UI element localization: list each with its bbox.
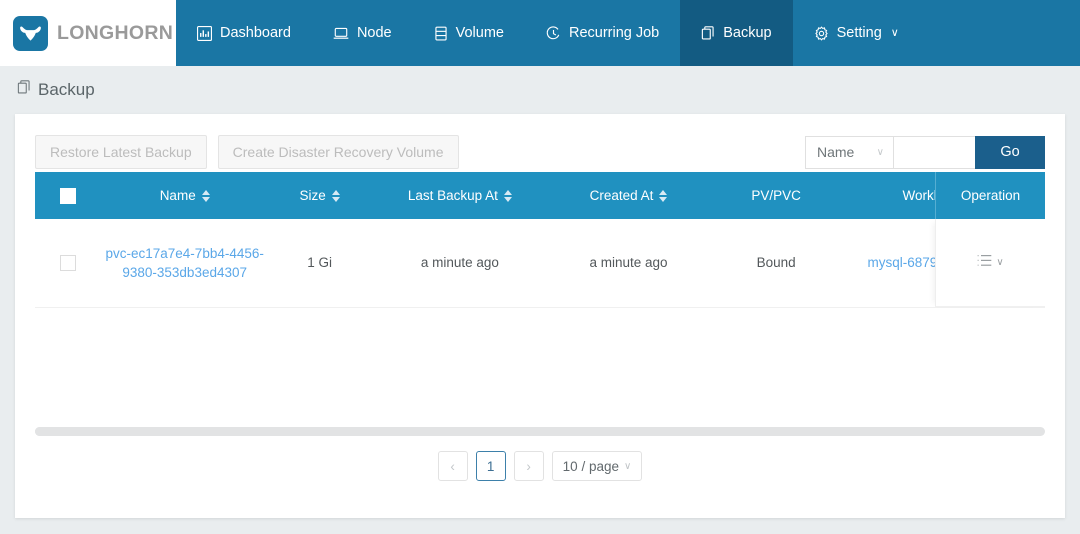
create-disaster-recovery-volume-button[interactable]: Create Disaster Recovery Volume bbox=[217, 135, 459, 169]
sort-arrows-icon[interactable] bbox=[503, 189, 512, 202]
pagination-next-button[interactable]: › bbox=[513, 451, 544, 481]
page-size-label: 10 / page bbox=[562, 458, 619, 474]
chevron-down-icon: ∨ bbox=[623, 460, 632, 472]
select-all-checkbox[interactable] bbox=[59, 187, 76, 204]
nav-item-recurring-job[interactable]: Recurring Job bbox=[525, 0, 680, 66]
column-label: Name bbox=[159, 188, 196, 203]
copy-icon bbox=[17, 80, 31, 100]
column-header-created-at[interactable]: Created At bbox=[549, 172, 708, 219]
nav-item-label: Setting bbox=[836, 25, 882, 41]
brand-name: LONGHORN bbox=[57, 21, 174, 44]
search-field-select[interactable]: Name ∨ bbox=[805, 135, 893, 169]
clock-icon bbox=[546, 25, 561, 41]
brand-logo[interactable]: LONGHORN bbox=[0, 0, 176, 66]
column-header-select-all[interactable] bbox=[35, 172, 101, 219]
backup-table-container: Name Size Last Backup At Created At PV/P… bbox=[15, 172, 1065, 308]
top-navigation-bar: LONGHORN Dashboard Node Volume Recurring… bbox=[0, 0, 1080, 66]
sort-arrows-icon[interactable] bbox=[659, 189, 668, 202]
table-header-row: Name Size Last Backup At Created At PV/P… bbox=[35, 172, 1045, 219]
pagination: ‹ 1 › 10 / page ∨ bbox=[15, 451, 1065, 481]
row-name-cell: pvc-ec17a7e4-7bb4-4456-9380-353db3ed4307 bbox=[100, 219, 270, 308]
breadcrumb: Backup bbox=[0, 66, 1080, 114]
horizontal-scrollbar[interactable] bbox=[35, 427, 1045, 436]
backup-table-scroll: Name Size Last Backup At Created At PV/P… bbox=[35, 172, 1045, 308]
chevron-down-icon: ∨ bbox=[876, 146, 884, 158]
laptop-icon bbox=[333, 26, 349, 41]
row-size-cell: 1 Gi bbox=[269, 219, 371, 308]
nav-item-dashboard[interactable]: Dashboard bbox=[176, 0, 312, 66]
table-toolbar: Restore Latest Backup Create Disaster Re… bbox=[15, 114, 1065, 172]
sort-arrows-icon[interactable] bbox=[201, 189, 210, 202]
database-icon bbox=[434, 26, 448, 41]
column-label: Operation bbox=[960, 188, 1021, 203]
bar-chart-icon bbox=[197, 25, 212, 41]
search-input[interactable] bbox=[893, 135, 975, 169]
row-select-cell[interactable] bbox=[35, 219, 101, 308]
restore-latest-backup-button[interactable]: Restore Latest Backup bbox=[35, 135, 207, 169]
search-go-button[interactable]: Go bbox=[975, 135, 1045, 169]
search-field-label: Name bbox=[817, 144, 855, 160]
longhorn-bull-logo-icon bbox=[13, 15, 48, 51]
column-header-operation: Operation bbox=[935, 172, 1045, 219]
nav-item-label: Backup bbox=[723, 25, 772, 41]
backup-panel: Restore Latest Backup Create Disaster Re… bbox=[15, 114, 1065, 518]
nav-item-node[interactable]: Node bbox=[312, 0, 413, 66]
nav-item-label: Dashboard bbox=[220, 25, 291, 41]
row-created-at-cell: a minute ago bbox=[549, 219, 708, 308]
breadcrumb-label: Backup bbox=[38, 80, 95, 99]
row-checkbox[interactable] bbox=[59, 254, 76, 271]
page-size-select[interactable]: 10 / page ∨ bbox=[551, 451, 643, 481]
nav-items: Dashboard Node Volume Recurring Job Back… bbox=[176, 0, 920, 66]
gear-icon bbox=[814, 25, 829, 41]
nav-item-backup[interactable]: Backup bbox=[680, 0, 793, 66]
column-header-name[interactable]: Name bbox=[100, 172, 270, 219]
operation-menu-button[interactable]: ∨ bbox=[977, 254, 1004, 272]
nav-item-volume[interactable]: Volume bbox=[413, 0, 525, 66]
column-header-last-backup-at[interactable]: Last Backup At bbox=[370, 172, 550, 219]
row-pv-pvc-cell: Bound bbox=[707, 219, 845, 308]
row-last-backup-at-cell: a minute ago bbox=[370, 219, 550, 308]
sort-arrows-icon[interactable] bbox=[331, 189, 340, 202]
backup-volume-link[interactable]: pvc-ec17a7e4-7bb4-4456-9380-353db3ed4307 bbox=[106, 246, 264, 280]
column-label: Last Backup At bbox=[407, 188, 498, 203]
pagination-page-1[interactable]: 1 bbox=[475, 451, 506, 481]
nav-item-label: Recurring Job bbox=[568, 25, 660, 41]
nav-item-setting[interactable]: Setting ∨ bbox=[793, 0, 920, 66]
search-bar: Name ∨ Go bbox=[805, 135, 1045, 169]
table-row: pvc-ec17a7e4-7bb4-4456-9380-353db3ed4307… bbox=[35, 219, 1045, 308]
nav-item-label: Node bbox=[356, 25, 392, 41]
column-label: Created At bbox=[589, 188, 654, 203]
chevron-down-icon: ∨ bbox=[996, 257, 1004, 268]
backup-table: Name Size Last Backup At Created At PV/P… bbox=[35, 172, 1045, 308]
copy-icon bbox=[701, 25, 715, 41]
scrollbar-thumb[interactable] bbox=[35, 427, 1035, 436]
column-header-pv-pvc: PV/PVC bbox=[707, 172, 845, 219]
nav-item-label: Volume bbox=[455, 25, 504, 41]
list-menu-icon bbox=[977, 254, 992, 272]
column-label: Size bbox=[299, 188, 326, 203]
chevron-down-icon: ∨ bbox=[890, 26, 899, 39]
column-header-size[interactable]: Size bbox=[269, 172, 371, 219]
row-operation-cell: ∨ bbox=[935, 219, 1045, 307]
column-label: PV/PVC bbox=[751, 188, 801, 203]
pagination-prev-button[interactable]: ‹ bbox=[437, 451, 468, 481]
